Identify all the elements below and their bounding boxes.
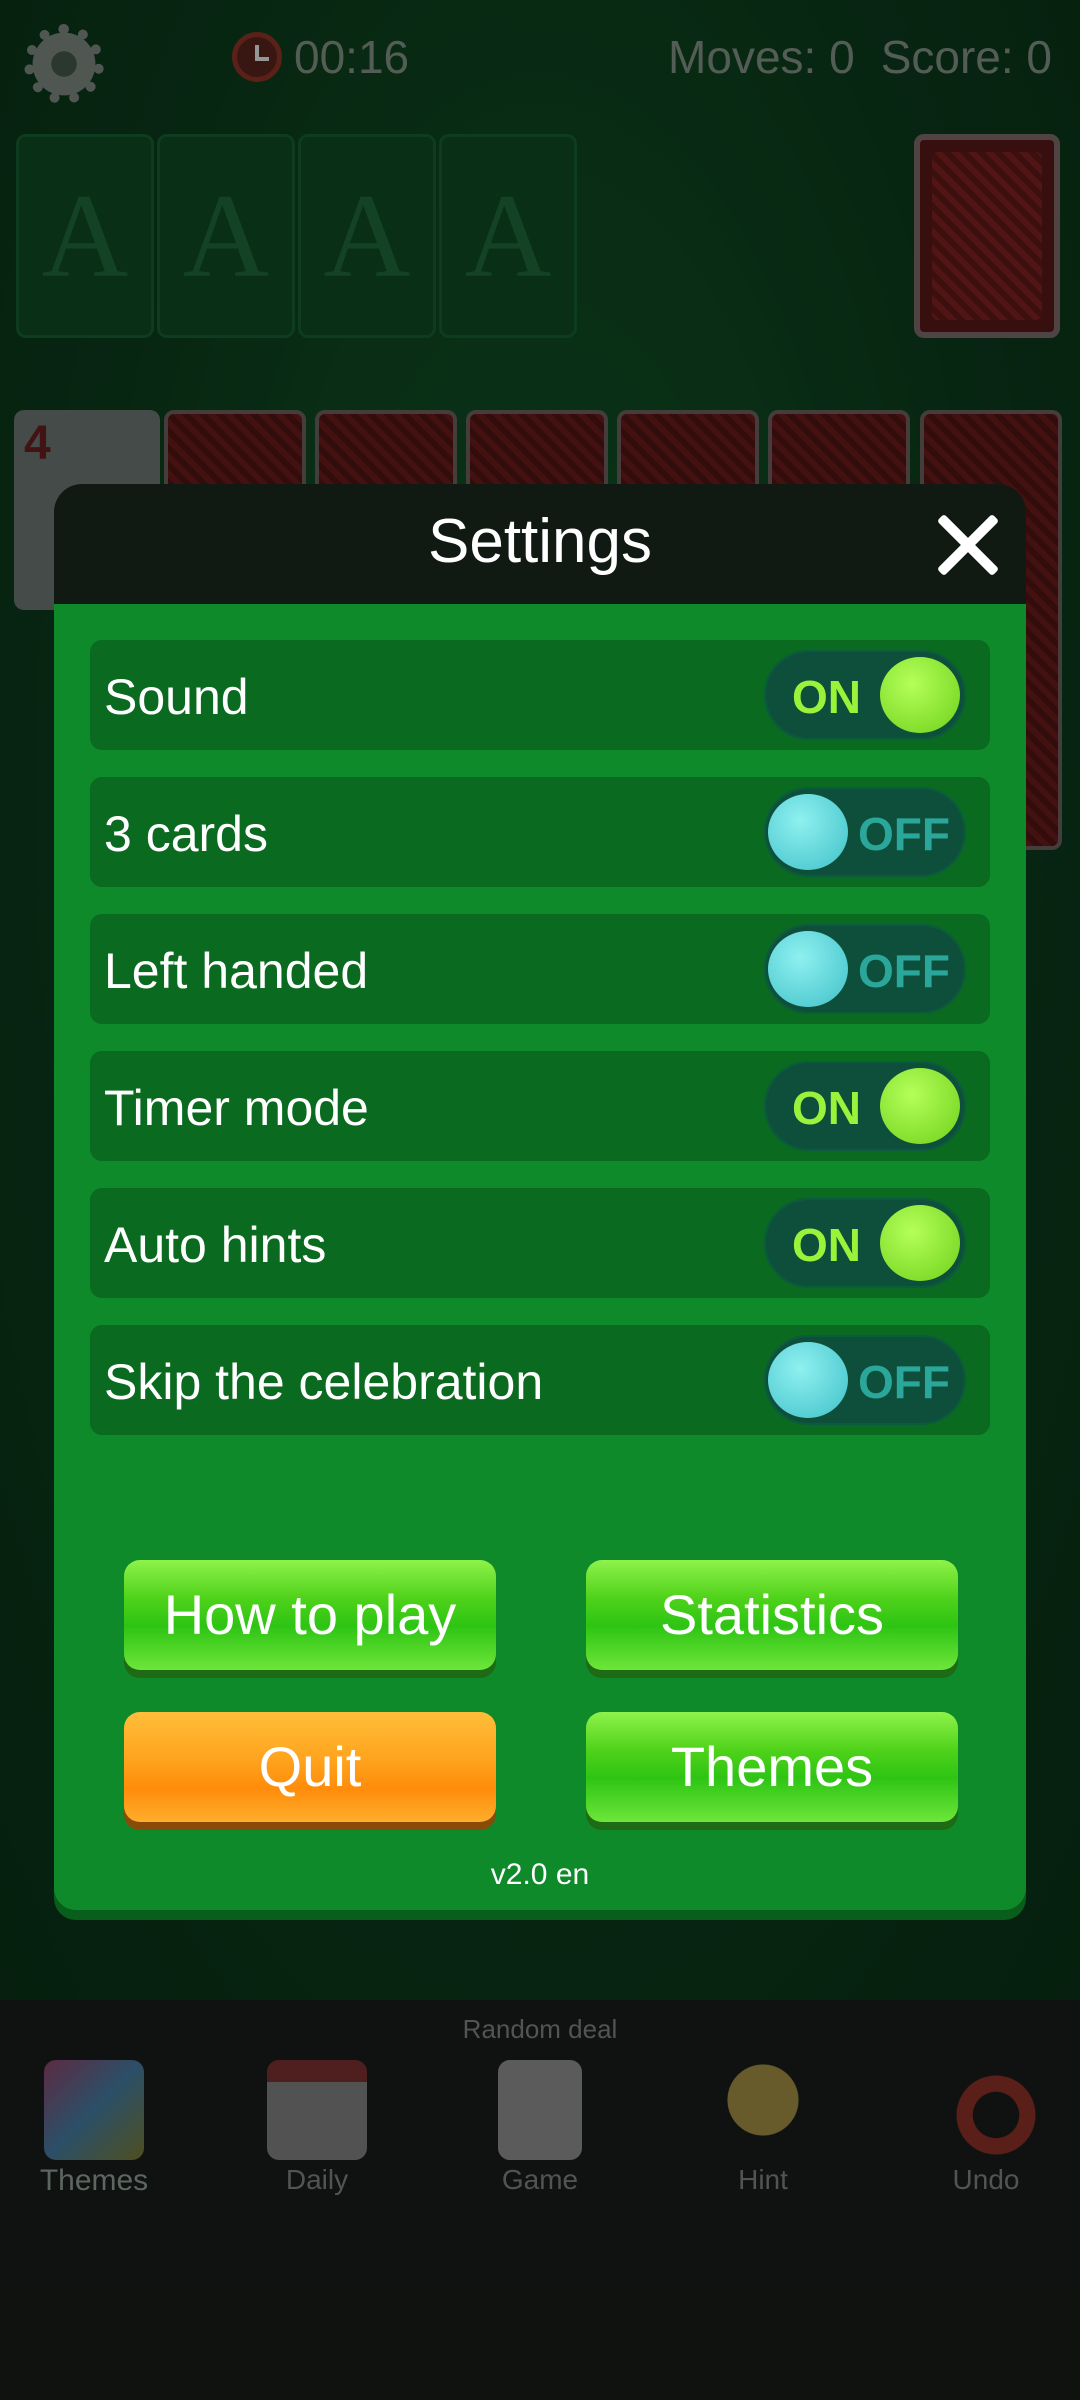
setting-row-auto-hints: Auto hints ON — [90, 1188, 990, 1298]
toggle-knob — [880, 1068, 960, 1144]
setting-row-skip-celebration: Skip the celebration OFF — [90, 1325, 990, 1435]
toggle-knob — [768, 931, 848, 1007]
dialog-title: Settings — [427, 507, 653, 576]
version-label: v2.0 en — [490, 1858, 590, 1891]
setting-label: 3 cards — [104, 806, 268, 862]
toggle-knob — [768, 1342, 848, 1418]
three-cards-toggle[interactable]: OFF — [764, 787, 966, 877]
sound-toggle[interactable]: ON — [764, 650, 966, 740]
auto-hints-toggle[interactable]: ON — [764, 1198, 966, 1288]
left-handed-toggle[interactable]: OFF — [764, 924, 966, 1014]
toggle-state: OFF — [858, 1356, 950, 1408]
setting-row-timer-mode: Timer mode ON — [90, 1051, 990, 1161]
setting-row-left-handed: Left handed OFF — [90, 914, 990, 1024]
timer-mode-toggle[interactable]: ON — [764, 1061, 966, 1151]
statistics-button[interactable]: Statistics — [586, 1560, 958, 1670]
setting-label: Left handed — [104, 943, 369, 999]
settings-dialog: Settings Sound ON 3 cards OFF Left hande… — [54, 484, 1026, 1910]
setting-row-3-cards: 3 cards OFF — [90, 777, 990, 887]
toggle-state: ON — [792, 1082, 861, 1134]
setting-label: Skip the celebration — [104, 1354, 544, 1410]
close-icon[interactable] — [932, 510, 1002, 580]
quit-button[interactable]: Quit — [124, 1712, 496, 1822]
setting-label: Sound — [104, 669, 249, 725]
toggle-state: ON — [792, 671, 861, 723]
toggle-knob — [880, 657, 960, 733]
setting-label: Auto hints — [104, 1217, 327, 1273]
toggle-knob — [768, 794, 848, 870]
toggle-state: OFF — [858, 945, 950, 997]
themes-button[interactable]: Themes — [586, 1712, 958, 1822]
setting-row-sound: Sound ON — [90, 640, 990, 750]
how-to-play-button[interactable]: How to play — [124, 1560, 496, 1670]
setting-label: Timer mode — [104, 1080, 369, 1136]
toggle-state: OFF — [858, 808, 950, 860]
dialog-body: Sound ON 3 cards OFF Left handed OFF Tim… — [54, 604, 1026, 1910]
toggle-state: ON — [792, 1219, 861, 1271]
dialog-header: Settings — [54, 484, 1026, 604]
skip-celebration-toggle[interactable]: OFF — [764, 1335, 966, 1425]
toggle-knob — [880, 1205, 960, 1281]
